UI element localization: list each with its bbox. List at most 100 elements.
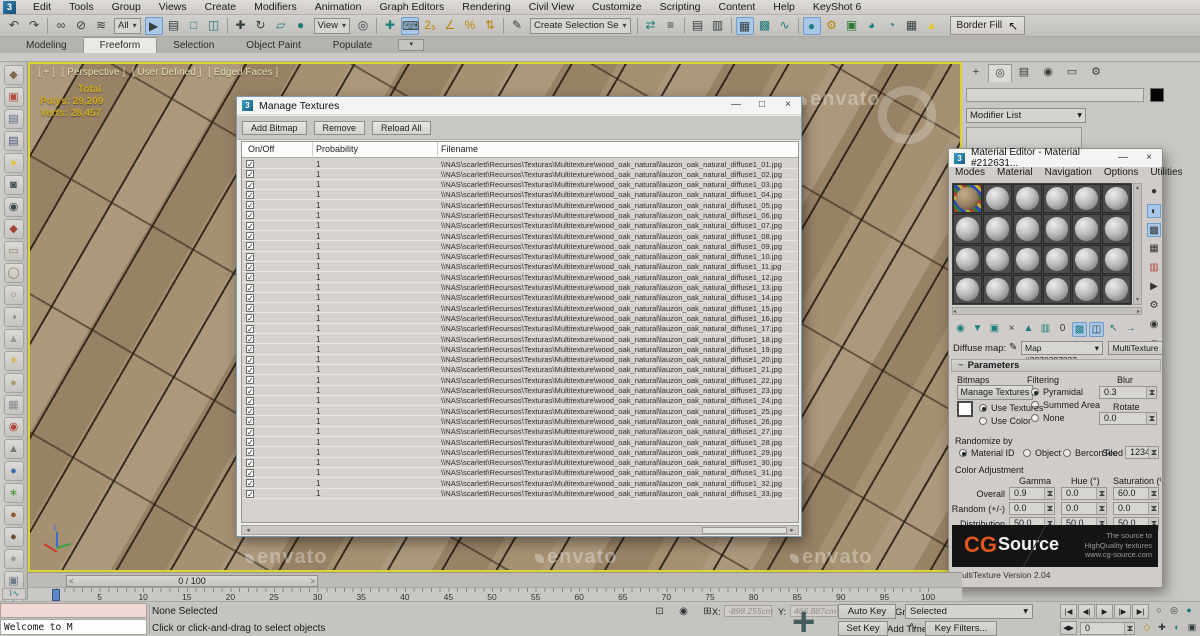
selection-lock-icon[interactable]: ◉: [676, 605, 691, 619]
go-forward-to-sibling-icon[interactable]: →: [1123, 322, 1138, 337]
remove-button[interactable]: Remove: [313, 120, 366, 135]
mirror-icon[interactable]: ⇄: [642, 17, 660, 35]
table-row[interactable]: ✓ 1 \\NAS\scarlett\Recursos\Texturas\Multi…: [242, 489, 798, 499]
tab-motion-icon[interactable]: ◉: [1036, 64, 1060, 82]
keyboard-override-icon[interactable]: ⌨: [401, 16, 419, 35]
checkbox[interactable]: ✓: [246, 468, 254, 477]
previous-frame-arrow-icon[interactable]: <: [69, 576, 74, 587]
make-preview-icon[interactable]: ▶: [1147, 280, 1161, 294]
checkbox[interactable]: ✓: [246, 160, 254, 169]
close-icon[interactable]: ×: [1136, 150, 1162, 167]
radio-object[interactable]: Object: [1023, 448, 1061, 458]
overall-hue-field[interactable]: 0.0: [1061, 487, 1107, 500]
material-sample-slot-5[interactable]: [1072, 184, 1102, 214]
menu-graph-editors[interactable]: Graph Editors: [370, 0, 453, 14]
select-and-manipulate-icon[interactable]: ✚: [381, 17, 399, 35]
checkbox[interactable]: ✓: [246, 345, 254, 354]
checkbox[interactable]: ✓: [246, 314, 254, 323]
set-key-button[interactable]: Set Key: [838, 621, 888, 636]
render-setup-icon[interactable]: ⚙: [823, 17, 841, 35]
isolate-selection-icon[interactable]: ⊡: [652, 605, 667, 619]
parameters-rollout[interactable]: − Parameters: [951, 359, 1161, 372]
table-row[interactable]: ✓ 1 \\NAS\scarlett\Recursos\Texturas\Multi…: [242, 458, 798, 468]
zoom-icon[interactable]: ○: [1152, 604, 1166, 618]
material-sample-slot-22[interactable]: [1042, 274, 1072, 304]
show-end-result-icon[interactable]: ◫: [1089, 322, 1104, 337]
select-and-place-icon[interactable]: ●: [292, 17, 310, 35]
cone-primitive-icon[interactable]: ▲: [3, 329, 24, 349]
tab-display-icon[interactable]: ▭: [1060, 64, 1084, 82]
column-on-off[interactable]: On/Off: [248, 144, 274, 154]
put-to-library-icon[interactable]: ▥: [1038, 322, 1053, 337]
map-name-dropdown[interactable]: Map #2070297832 ▾: [1021, 341, 1103, 365]
create-selection-set-dropdown[interactable]: Create Selection Se ▾: [530, 17, 631, 34]
add-bitmap-button[interactable]: Add Bitmap: [242, 120, 307, 135]
table-row[interactable]: ✓ 1 \\NAS\scarlett\Recursos\Texturas\Multi…: [242, 231, 798, 242]
key-filters-button[interactable]: Key Filters...: [925, 621, 997, 636]
menu-tools[interactable]: Tools: [60, 0, 103, 14]
spinner[interactable]: [1096, 488, 1105, 499]
random-gamma-field[interactable]: 0.0: [1009, 502, 1055, 515]
lightbulb-icon[interactable]: ●: [3, 153, 24, 173]
bind-to-space-warp-icon[interactable]: ≋: [92, 17, 110, 35]
named-selection-sets-icon[interactable]: ✎: [508, 17, 526, 35]
table-row[interactable]: ✓ 1 \\NAS\scarlett\Recursos\Texturas\Multi…: [242, 262, 798, 273]
menu-keyshot-6[interactable]: KeyShot 6: [804, 0, 870, 14]
table-row[interactable]: ✓ 1 \\NAS\scarlett\Recursos\Texturas\Multi…: [242, 303, 798, 314]
checkbox[interactable]: ✓: [246, 304, 254, 313]
table-row[interactable]: ✓ 1 \\NAS\scarlett\Recursos\Texturas\Multi…: [242, 427, 798, 438]
table-row[interactable]: ✓ 1 \\NAS\scarlett\Recursos\Texturas\Multi…: [242, 334, 798, 345]
me-menu-modes[interactable]: Modes: [949, 167, 991, 181]
sample-uv-tiling-icon[interactable]: ▦: [1147, 242, 1161, 256]
checkbox[interactable]: ✓: [246, 273, 254, 282]
options-icon[interactable]: ⚙: [1147, 299, 1161, 313]
viewport-menu-shading[interactable]: [ Edged Faces ]: [208, 67, 278, 78]
checkbox[interactable]: ✓: [246, 232, 254, 241]
teapot-primitive-icon[interactable]: ◑: [3, 307, 24, 327]
tab-object-paint[interactable]: Object Paint: [230, 38, 316, 53]
layer-manager-icon[interactable]: ▤: [689, 17, 707, 35]
spinner[interactable]: [1096, 503, 1105, 514]
plants-icon[interactable]: ∗: [3, 483, 24, 503]
checkbox[interactable]: ✓: [246, 489, 254, 498]
checkbox[interactable]: ✓: [246, 242, 254, 251]
radio-use-color[interactable]: Use Color: [979, 416, 1031, 426]
reload-all-button[interactable]: Reload All: [372, 120, 431, 135]
current-frame-field[interactable]: 0: [1080, 622, 1135, 635]
checkbox[interactable]: ✓: [246, 479, 254, 488]
menu-group[interactable]: Group: [103, 0, 150, 14]
viewport-menu-pov[interactable]: [ Perspective ]: [62, 67, 125, 78]
checkbox[interactable]: ✓: [246, 458, 254, 467]
menu-create[interactable]: Create: [196, 0, 246, 14]
menu-customize[interactable]: Customize: [583, 0, 651, 14]
checkbox[interactable]: ✓: [246, 211, 254, 220]
checkbox[interactable]: ✓: [246, 376, 254, 385]
menu-edit[interactable]: Edit: [24, 0, 60, 14]
scroll-left-icon[interactable]: ◂: [953, 309, 956, 315]
sphere-primitive-icon[interactable]: ●: [3, 373, 24, 393]
tab-hierarchy-icon[interactable]: ▤: [1012, 64, 1036, 82]
table-row[interactable]: ✓ 1 \\NAS\scarlett\Recursos\Texturas\Multi…: [242, 396, 798, 407]
go-to-start-icon[interactable]: |◀: [1060, 604, 1077, 619]
checkbox[interactable]: ✓: [246, 417, 254, 426]
material-sample-slot-12[interactable]: [1102, 214, 1131, 244]
modifier-list-dropdown[interactable]: Modifier List ▾: [966, 108, 1086, 123]
scroll-right-icon[interactable]: ▸: [787, 526, 797, 534]
menu-help[interactable]: Help: [764, 0, 804, 14]
table-row[interactable]: ✓ 1 \\NAS\scarlett\Recursos\Texturas\Multi…: [242, 272, 798, 283]
hand-sphere-icon[interactable]: ●: [3, 505, 24, 525]
material-sample-slot-20[interactable]: [982, 274, 1012, 304]
sample-type-icon[interactable]: ●: [1147, 185, 1161, 199]
table-row[interactable]: ✓ 1 \\NAS\scarlett\Recursos\Texturas\Multi…: [242, 355, 798, 365]
menu-scripting[interactable]: Scripting: [651, 0, 710, 14]
rotate-field[interactable]: 0.0: [1099, 412, 1157, 425]
calculator-icon[interactable]: ▤: [3, 109, 24, 129]
use-pivot-point-icon[interactable]: ◎: [354, 17, 372, 35]
video-color-check-icon[interactable]: ▥: [1147, 261, 1161, 275]
material-sample-slot-18[interactable]: [1102, 244, 1131, 274]
column-filename[interactable]: Filename: [441, 144, 478, 154]
checkbox[interactable]: ✓: [246, 252, 254, 261]
scroll-down-icon[interactable]: ▾: [1134, 296, 1141, 304]
checkbox[interactable]: ✓: [246, 335, 254, 344]
table-row[interactable]: ✓ 1 \\NAS\scarlett\Recursos\Texturas\Multi…: [242, 180, 798, 190]
